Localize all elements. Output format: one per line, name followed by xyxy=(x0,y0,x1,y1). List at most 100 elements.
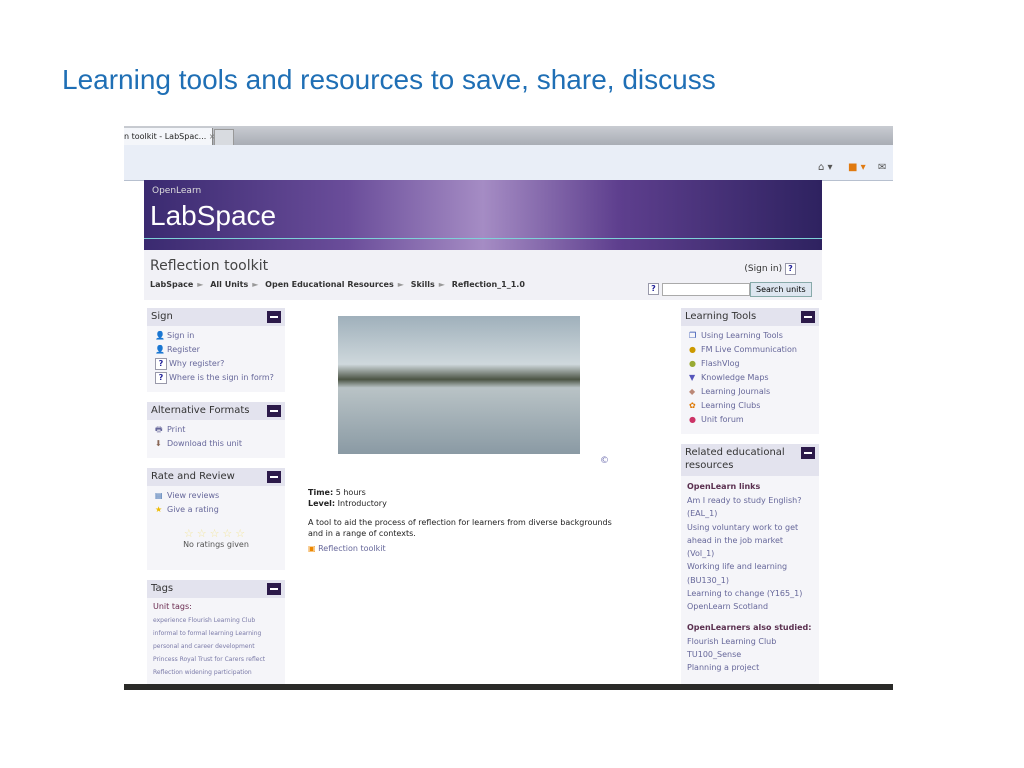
item-label[interactable]: FlashVlog xyxy=(701,359,740,368)
sign-in-link[interactable]: (Sign in) ? xyxy=(744,263,796,275)
user-icon: 👤 xyxy=(155,331,165,340)
item-label[interactable]: Print xyxy=(167,425,185,434)
block-title: Sign xyxy=(151,311,173,322)
item-label[interactable]: Why register? xyxy=(169,359,224,368)
give-rating-item[interactable]: ★ Give a rating xyxy=(147,503,285,517)
tool-item[interactable]: ● Unit forum xyxy=(681,413,819,427)
related-link[interactable]: Using voluntary work to get ahead in the… xyxy=(681,521,805,561)
item-label[interactable]: Learning Clubs xyxy=(701,401,760,410)
globe-icon: ● xyxy=(689,345,696,354)
tool-item[interactable]: ● FlashVlog xyxy=(681,357,819,371)
rating-stars[interactable]: ☆☆☆☆☆ xyxy=(147,527,285,540)
unit-photo xyxy=(338,316,580,454)
help-icon: ? xyxy=(155,358,167,370)
tag-cloud[interactable]: experience Flourish Learning Club inform… xyxy=(147,614,285,679)
alternative-formats-block: Alternative Formats 🖶 Print ⬇ Download thi… xyxy=(147,402,285,458)
block-title: Rate and Review xyxy=(151,471,235,482)
tool-item[interactable]: ▼ Knowledge Maps xyxy=(681,371,819,385)
browser-toolbar: ⌂ ▾ ■ ▾ ✉ xyxy=(124,145,893,181)
tool-item[interactable]: ● FM Live Communication xyxy=(681,343,819,357)
tags-block: Tags Unit tags: experience Flourish Lear… xyxy=(147,580,285,684)
labspace-banner: OpenLearn LabSpace xyxy=(144,180,822,250)
mail-icon[interactable]: ✉ xyxy=(878,162,886,173)
browser-tab[interactable]: n toolkit - LabSpac... × xyxy=(124,128,216,145)
why-register-item[interactable]: ? Why register? xyxy=(147,357,285,371)
tool-item[interactable]: ✿ Learning Clubs xyxy=(681,399,819,413)
rate-review-block: Rate and Review ▤ View reviews ★ Give a ra… xyxy=(147,468,285,570)
breadcrumb-all-units[interactable]: All Units xyxy=(210,280,248,289)
forum-icon: ● xyxy=(689,415,696,424)
block-header: Tags xyxy=(147,580,285,598)
time-label: Time: xyxy=(308,488,334,497)
also-studied-link[interactable]: TU100_Sense xyxy=(681,648,819,661)
item-label[interactable]: Where is the sign in form? xyxy=(169,373,274,382)
collapse-icon[interactable] xyxy=(801,311,815,323)
tab-title: n toolkit - LabSpac... xyxy=(124,132,207,141)
copyright-icon[interactable]: © xyxy=(600,456,609,466)
item-label[interactable]: Learning Journals xyxy=(701,387,770,396)
reflection-toolkit-link[interactable]: ▣ Reflection toolkit xyxy=(308,544,386,553)
sign-in-item[interactable]: 👤 Sign in xyxy=(147,329,285,343)
brand-logo[interactable]: LabSpace xyxy=(150,200,276,232)
star-icon: ★ xyxy=(155,505,163,514)
download-item[interactable]: ⬇ Download this unit xyxy=(147,437,285,451)
learning-tools-block: Learning Tools ❐ Using Learning Tools ● FM… xyxy=(681,308,819,434)
block-title: Tags xyxy=(151,583,174,594)
related-link[interactable]: Working life and learning (BU130_1) xyxy=(681,560,805,587)
register-icon: 👤 xyxy=(155,345,165,354)
item-label[interactable]: Register xyxy=(167,345,200,354)
collapse-icon[interactable] xyxy=(267,405,281,417)
register-item[interactable]: 👤 Register xyxy=(147,343,285,357)
block-title: Related educational resources xyxy=(685,447,785,471)
page-header: Reflection toolkit (Sign in) ? LabSpace ►… xyxy=(144,250,822,300)
item-label[interactable]: Unit forum xyxy=(701,415,744,424)
search-help-icon[interactable]: ? xyxy=(648,283,659,295)
item-label[interactable]: Knowledge Maps xyxy=(701,373,769,382)
search-input[interactable] xyxy=(662,283,750,296)
related-link[interactable]: OpenLearn Scotland xyxy=(681,600,819,613)
collapse-icon[interactable] xyxy=(801,447,815,459)
item-label[interactable]: Sign in xyxy=(167,331,194,340)
sign-in-form-item[interactable]: ? Where is the sign in form? xyxy=(147,371,285,385)
breadcrumb-skills[interactable]: Skills xyxy=(411,280,435,289)
block-header: Learning Tools xyxy=(681,308,819,326)
help-icon[interactable]: ? xyxy=(785,263,796,275)
also-studied-link[interactable]: Planning a project xyxy=(681,661,819,674)
tool-item[interactable]: ◆ Learning Journals xyxy=(681,385,819,399)
item-label[interactable]: View reviews xyxy=(167,491,219,500)
search-units-button[interactable]: Search units xyxy=(750,282,812,297)
collapse-icon[interactable] xyxy=(267,583,281,595)
breadcrumb-oer[interactable]: Open Educational Resources xyxy=(265,280,394,289)
breadcrumb-labspace[interactable]: LabSpace xyxy=(150,280,193,289)
item-label[interactable]: Give a rating xyxy=(167,505,219,514)
document-icon: ▣ xyxy=(308,544,316,553)
breadcrumb: LabSpace ► All Units ► Open Educational Re… xyxy=(150,280,525,289)
breadcrumb-current: Reflection_1_1.0 xyxy=(451,280,525,289)
slide-title: Learning tools and resources to save, sh… xyxy=(62,64,716,95)
block-title: Learning Tools xyxy=(685,311,757,322)
collapse-icon[interactable] xyxy=(267,311,281,323)
help-icon: ? xyxy=(155,372,167,384)
club-icon: ✿ xyxy=(689,401,696,410)
collapse-icon[interactable] xyxy=(267,471,281,483)
new-tab-button[interactable] xyxy=(214,129,234,146)
tab-bar: n toolkit - LabSpac... × xyxy=(124,126,893,146)
block-header: Related educational resources xyxy=(681,444,819,476)
download-icon: ⬇ xyxy=(155,439,162,448)
item-label[interactable]: Using Learning Tools xyxy=(701,331,783,340)
page-title: Reflection toolkit xyxy=(150,258,269,274)
related-link[interactable]: Am I ready to study English? (EAL_1) xyxy=(681,494,805,521)
item-label[interactable]: FM Live Communication xyxy=(701,345,797,354)
item-label[interactable]: Download this unit xyxy=(167,439,242,448)
home-icon[interactable]: ⌂ ▾ xyxy=(818,162,833,173)
print-item[interactable]: 🖶 Print xyxy=(147,423,285,437)
related-link[interactable]: Learning to change (Y165_1) xyxy=(681,587,819,600)
time-value: 5 hours xyxy=(335,488,366,497)
openlearn-links-label: OpenLearn links xyxy=(687,482,761,491)
also-studied-link[interactable]: Flourish Learning Club xyxy=(681,635,819,648)
link-label[interactable]: Reflection toolkit xyxy=(318,544,386,553)
view-reviews-item[interactable]: ▤ View reviews xyxy=(147,489,285,503)
rss-feed-icon[interactable]: ■ ▾ xyxy=(848,162,866,173)
tool-item[interactable]: ❐ Using Learning Tools xyxy=(681,329,819,343)
sign-in-label[interactable]: (Sign in) xyxy=(744,264,782,274)
